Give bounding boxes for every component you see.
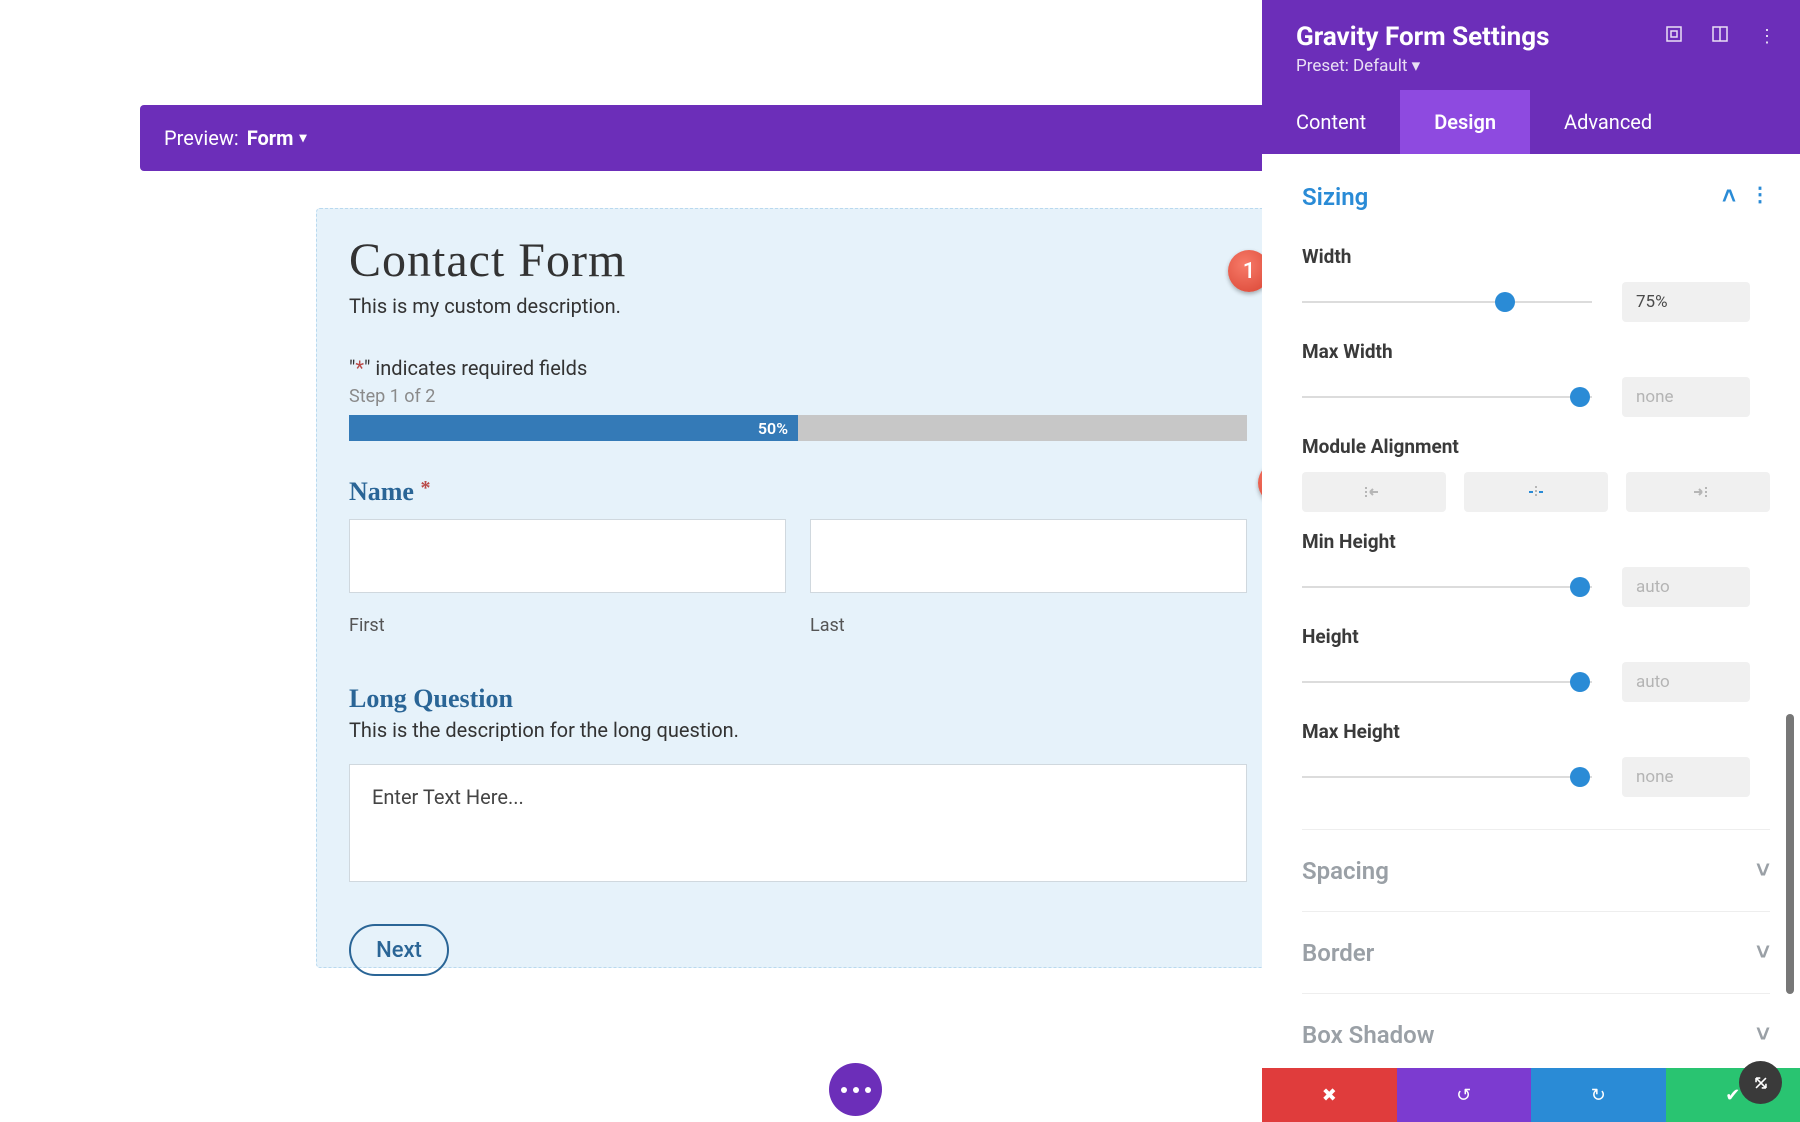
section-spacing-label: Spacing <box>1302 857 1389 885</box>
panel-tabs: Content Design Advanced <box>1262 90 1800 154</box>
height-slider[interactable] <box>1302 672 1592 692</box>
cancel-button[interactable]: ✖ <box>1262 1068 1397 1122</box>
preview-selector[interactable]: Form ▾ <box>247 126 307 150</box>
first-name-sublabel: First <box>349 615 786 636</box>
chevron-down-icon: ˅ <box>1756 856 1770 885</box>
kebab-icon[interactable]: ⋮ <box>1750 182 1770 211</box>
max-height-slider[interactable] <box>1302 767 1592 787</box>
align-left-button[interactable] <box>1302 472 1446 512</box>
slider-thumb-icon[interactable] <box>1570 767 1590 787</box>
check-icon: ✔ <box>1725 1085 1740 1106</box>
section-box-shadow-label: Box Shadow <box>1302 1021 1434 1049</box>
max-width-label: Max Width <box>1302 340 1770 363</box>
min-height-slider[interactable] <box>1302 577 1592 597</box>
dot-icon <box>865 1087 871 1093</box>
kebab-icon[interactable]: ⋮ <box>1758 26 1776 47</box>
form-title: Contact Form <box>349 233 1247 288</box>
max-height-value[interactable]: none <box>1622 757 1750 797</box>
floating-action-button[interactable] <box>829 1063 882 1116</box>
scrollbar-thumb[interactable] <box>1786 714 1794 994</box>
chevron-down-icon: ˅ <box>1756 938 1770 967</box>
step-indicator: Step 1 of 2 <box>349 386 1247 407</box>
min-height-label: Min Height <box>1302 530 1770 553</box>
settings-panel: Gravity Form Settings Preset: Default ▾ … <box>1262 0 1800 1122</box>
preview-value: Form <box>247 126 294 150</box>
undo-icon: ↺ <box>1456 1085 1471 1106</box>
snap-icon[interactable] <box>1712 26 1728 47</box>
panel-header: Gravity Form Settings Preset: Default ▾ … <box>1262 0 1800 90</box>
long-question-desc: This is the description for the long que… <box>349 718 1247 742</box>
expand-icon[interactable] <box>1666 26 1682 47</box>
section-sizing-label: Sizing <box>1302 183 1368 211</box>
panel-body: Sizing ˄ ⋮ Width 75% Max Width none Mod <box>1262 154 1800 1068</box>
last-name-input[interactable] <box>810 519 1247 593</box>
first-name-input[interactable] <box>349 519 786 593</box>
chevron-up-icon: ˄ <box>1722 182 1736 211</box>
slider-thumb-icon[interactable] <box>1570 387 1590 407</box>
progress-fill: 50% <box>349 415 798 441</box>
name-field-label: Name * <box>349 477 1247 507</box>
width-value[interactable]: 75% <box>1622 282 1750 322</box>
next-button[interactable]: Next <box>349 924 449 976</box>
height-label: Height <box>1302 625 1770 648</box>
close-icon: ✖ <box>1322 1085 1337 1106</box>
section-sizing[interactable]: Sizing ˄ ⋮ <box>1302 154 1770 227</box>
redo-button[interactable]: ↻ <box>1531 1068 1666 1122</box>
tab-advanced[interactable]: Advanced <box>1530 90 1686 154</box>
required-note: "*" indicates required fields <box>349 356 1247 380</box>
section-border-label: Border <box>1302 939 1374 967</box>
max-width-slider[interactable] <box>1302 387 1592 407</box>
module-alignment-label: Module Alignment <box>1302 435 1770 458</box>
dot-icon <box>841 1087 847 1093</box>
slider-thumb-icon[interactable] <box>1570 672 1590 692</box>
section-spacing[interactable]: Spacing ˅ <box>1302 829 1770 911</box>
section-border[interactable]: Border ˅ <box>1302 911 1770 993</box>
progress-bar: 50% <box>349 415 1247 441</box>
form-preview: Contact Form This is my custom descripti… <box>316 208 1280 968</box>
align-right-button[interactable] <box>1626 472 1770 512</box>
long-question-textarea[interactable]: Enter Text Here... <box>349 764 1247 882</box>
min-height-value[interactable]: auto <box>1622 567 1750 607</box>
tab-content[interactable]: Content <box>1262 90 1400 154</box>
section-box-shadow[interactable]: Box Shadow ˅ <box>1302 993 1770 1049</box>
last-name-sublabel: Last <box>810 615 1247 636</box>
panel-footer: ✖ ↺ ↻ ✔ <box>1262 1068 1800 1122</box>
chevron-down-icon: ▾ <box>299 130 306 146</box>
long-question-label: Long Question <box>349 684 1247 714</box>
width-slider[interactable] <box>1302 292 1592 312</box>
preview-bar: Preview: Form ▾ <box>140 105 1280 171</box>
max-width-value[interactable]: none <box>1622 377 1750 417</box>
resize-handle[interactable] <box>1739 1061 1782 1104</box>
resize-icon <box>1748 1070 1773 1095</box>
max-height-label: Max Height <box>1302 720 1770 743</box>
preview-label: Preview: <box>164 126 239 150</box>
slider-thumb-icon[interactable] <box>1495 292 1515 312</box>
form-description: This is my custom description. <box>349 294 1247 318</box>
tab-design[interactable]: Design <box>1400 90 1530 154</box>
preset-selector[interactable]: Preset: Default ▾ <box>1296 56 1770 76</box>
slider-thumb-icon[interactable] <box>1570 577 1590 597</box>
undo-button[interactable]: ↺ <box>1397 1068 1532 1122</box>
width-label: Width <box>1302 245 1770 268</box>
chevron-down-icon: ˅ <box>1756 1020 1770 1049</box>
height-value[interactable]: auto <box>1622 662 1750 702</box>
align-center-button[interactable] <box>1464 472 1608 512</box>
redo-icon: ↻ <box>1591 1085 1606 1106</box>
dot-icon <box>853 1087 859 1093</box>
